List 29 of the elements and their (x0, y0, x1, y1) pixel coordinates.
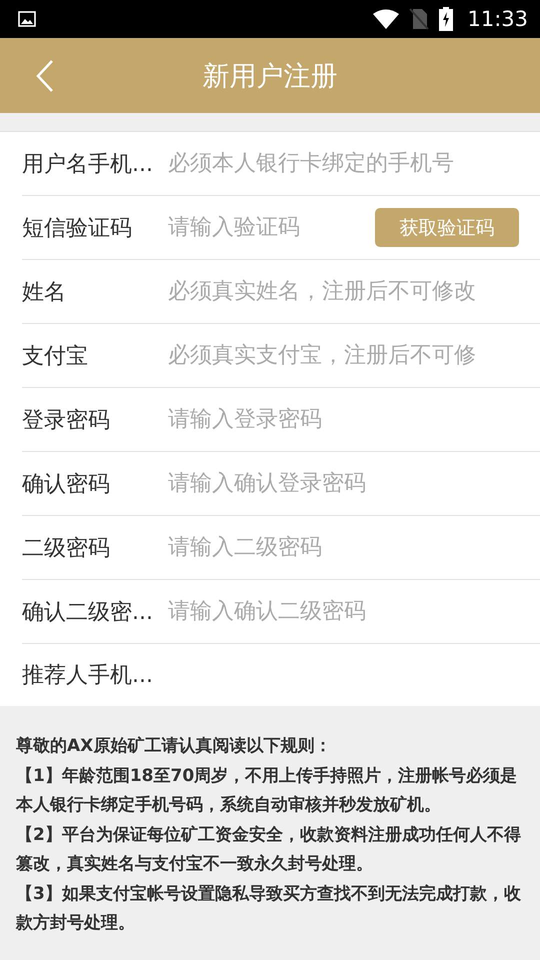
input-field[interactable]: 请输入二级密码 (168, 535, 540, 560)
input-field[interactable]: 请输入验证码 (168, 215, 375, 240)
back-icon[interactable] (36, 60, 54, 92)
get-code-button[interactable]: 获取验证码 (375, 208, 519, 247)
field-label: 确认密码 (22, 470, 111, 498)
input-field[interactable]: 必须真实姓名，注册后不可修改 (168, 279, 540, 304)
input-field[interactable]: 请输入确认二级密码 (168, 599, 540, 624)
field-label: 推荐人手机... (22, 662, 154, 690)
rule-text: 【2】平台为保证每位矿工资金安全，收款资料注册成功任何人不得篡改，真实姓名与支付宝不一致永久封号处理。 (16, 824, 522, 876)
field-label: 登录密码 (22, 406, 111, 434)
rule-text: 【3】如果支付宝帐号设置隐私导致买方查找不到无法完成打款，收款方封号处理。 (16, 882, 522, 935)
wifi-icon (373, 9, 400, 29)
field-label: 支付宝 (22, 342, 89, 370)
input-field[interactable]: 必须真实支付宝，注册后不可修 (168, 343, 540, 368)
input-field[interactable]: 必须本人银行卡绑定的手机号 (168, 151, 540, 176)
no-sim-icon (409, 8, 430, 30)
field-label: 短信验证码 (22, 214, 133, 242)
rule-text: 【1】年龄范围18至70周岁，不用上传手持照片，注册帐号必须是本人银行卡绑定手机号码，系统自动审核并秒发放矿机。 (16, 764, 518, 817)
page-title: 新用户注册 (202, 60, 338, 94)
field-label: 用户名手机... (22, 150, 154, 178)
field-label: 姓名 (22, 278, 67, 306)
status-time: 11:33 (467, 7, 528, 31)
image-icon (18, 11, 36, 27)
rules-heading: 尊敬的AX原始矿工请认真阅读以下规则： (16, 735, 332, 758)
battery-charging-icon (439, 7, 454, 31)
field-label: 确认二级密... (22, 598, 154, 626)
input-field[interactable]: 请输入确认登录密码 (168, 471, 540, 496)
field-label: 二级密码 (22, 534, 111, 562)
input-field[interactable]: 请输入登录密码 (168, 407, 540, 432)
